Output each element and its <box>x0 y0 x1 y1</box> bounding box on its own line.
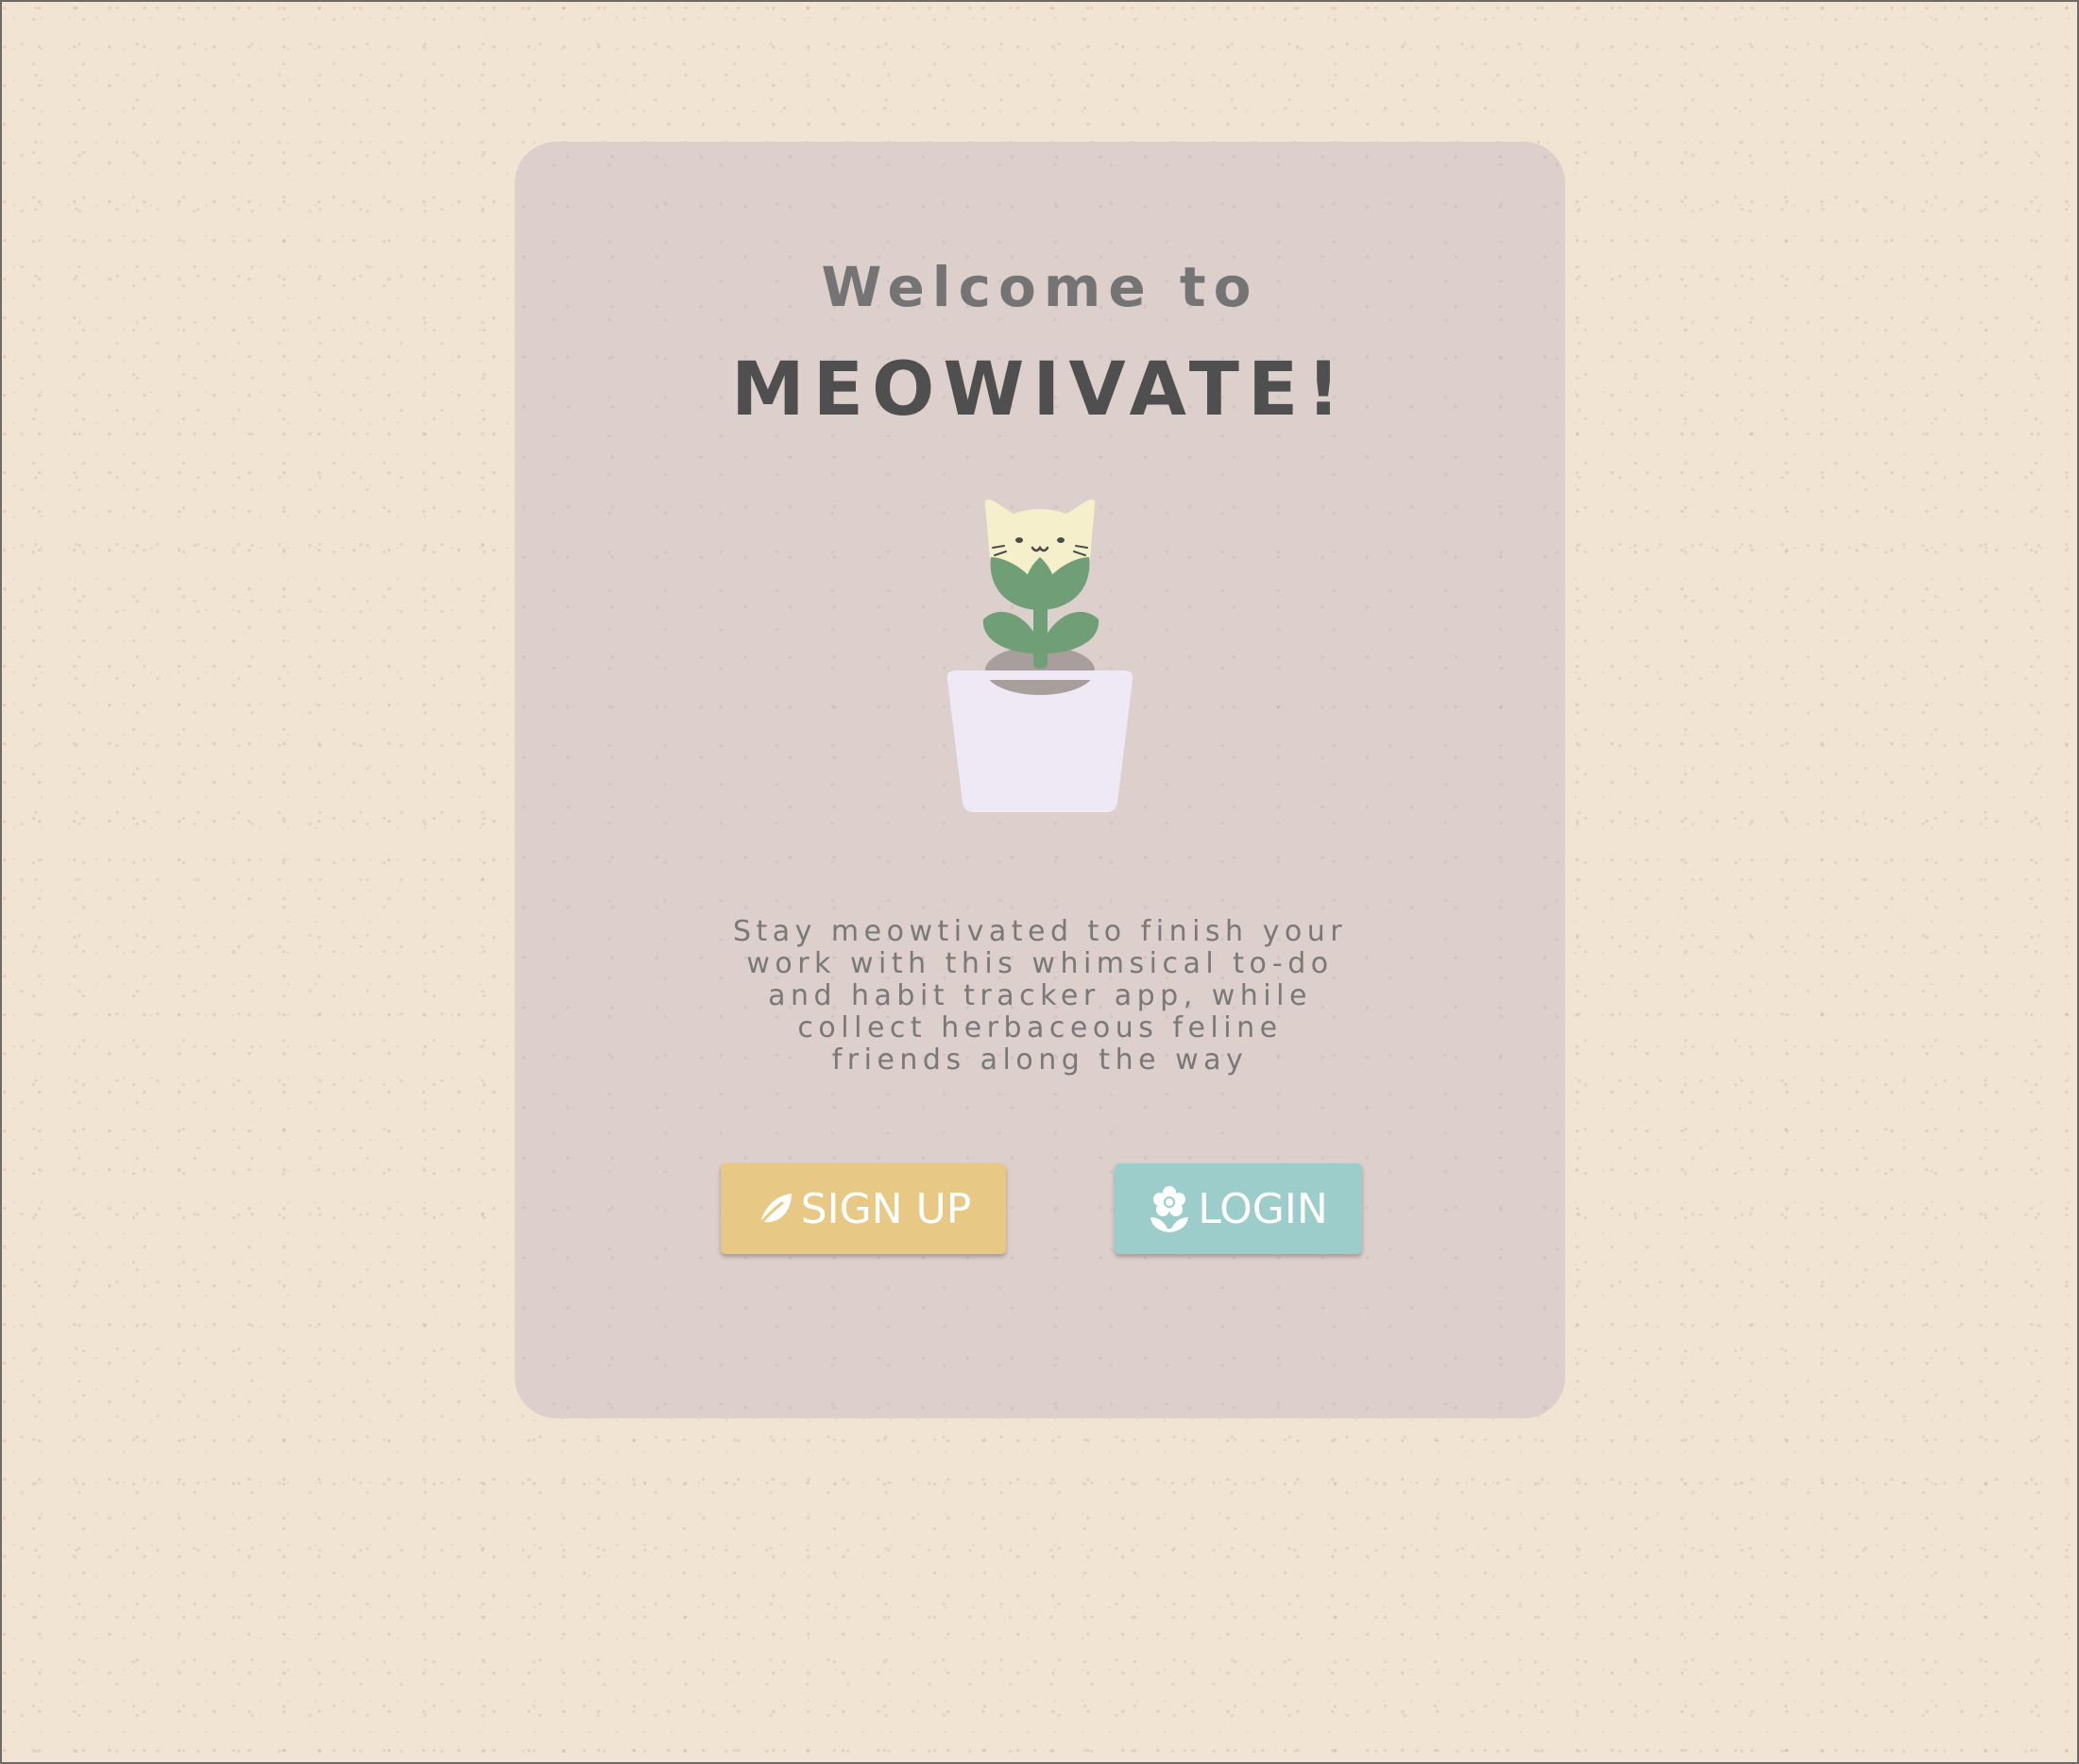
login-label: LOGIN <box>1198 1184 1328 1233</box>
tagline-line: and habit tracker app, while <box>768 979 1312 1012</box>
tagline-line: friends along the way <box>831 1043 1249 1077</box>
sign-up-button[interactable]: SIGN UP <box>721 1163 1006 1254</box>
leaf-right-lower <box>1044 611 1099 653</box>
welcome-card: Welcome to MEOWIVATE! Stay meowtivated t… <box>515 142 1565 1418</box>
cat-plant-illustration <box>946 499 1133 812</box>
login-button[interactable]: LOGIN <box>1115 1163 1362 1254</box>
tagline-line: collect herbaceous feline <box>797 1011 1283 1044</box>
leaf-icon <box>756 1190 793 1228</box>
app-title: MEOWIVATE! <box>731 348 1349 433</box>
flower-icon <box>1149 1185 1190 1232</box>
tagline-line: work with this whimsical to-do <box>746 947 1334 980</box>
leaf-left-lower <box>982 611 1038 653</box>
tagline-line: Stay meowtivated to finish your <box>732 915 1348 948</box>
welcome-heading: Welcome to <box>821 255 1259 319</box>
sign-up-label: SIGN UP <box>800 1184 972 1233</box>
tagline: Stay meowtivated to finish your work wit… <box>515 916 1565 1077</box>
